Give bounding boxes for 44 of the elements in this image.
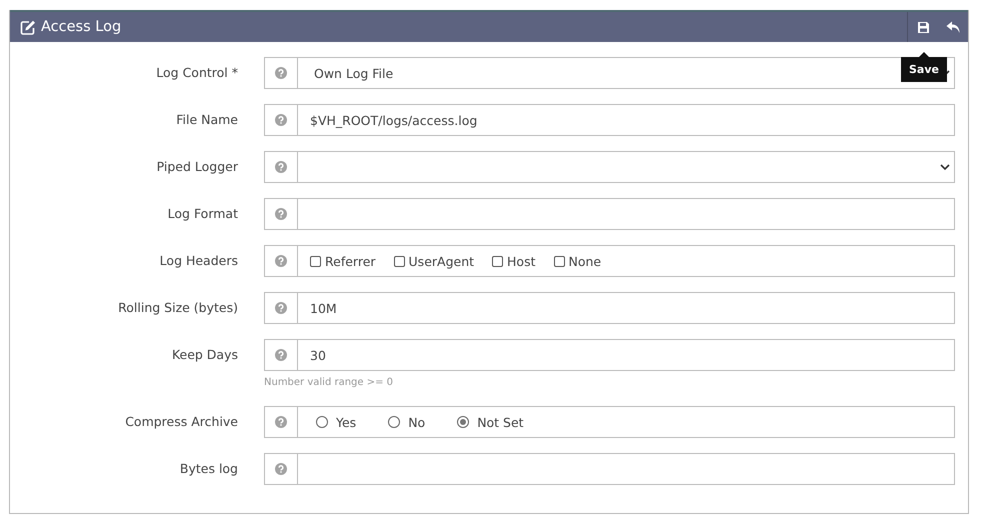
radio-button[interactable] bbox=[388, 416, 400, 428]
help-icon[interactable] bbox=[275, 302, 287, 314]
text-field[interactable] bbox=[298, 453, 955, 485]
checkbox[interactable] bbox=[310, 256, 321, 266]
text-field[interactable]: $VH_ROOT/logs/access.log bbox=[298, 104, 955, 136]
radio-button[interactable] bbox=[457, 416, 470, 428]
checkbox-label: None bbox=[568, 254, 602, 268]
tooltip: Save bbox=[901, 57, 947, 82]
field-label: Piped Logger bbox=[156, 158, 238, 176]
radio-label: Yes bbox=[336, 414, 356, 430]
checkbox-label: Referrer bbox=[325, 254, 376, 268]
text-field[interactable] bbox=[298, 198, 955, 230]
checkbox-label: UserAgent bbox=[408, 254, 474, 268]
checkbox-label: Host bbox=[507, 254, 536, 268]
help-icon[interactable] bbox=[275, 255, 287, 267]
edit-icon bbox=[20, 20, 36, 34]
text-field[interactable]: 10M bbox=[298, 292, 955, 324]
radio-button[interactable] bbox=[316, 416, 328, 428]
panel-title: Access Log bbox=[41, 19, 122, 35]
help-icon[interactable] bbox=[275, 416, 287, 428]
help-icon[interactable] bbox=[275, 161, 287, 173]
help-icon[interactable] bbox=[275, 463, 287, 475]
checkbox[interactable] bbox=[394, 256, 405, 266]
undo-icon[interactable] bbox=[946, 20, 960, 34]
field-label: Keep Days bbox=[170, 346, 238, 364]
radio-label: No bbox=[408, 414, 426, 430]
save-icon[interactable] bbox=[916, 20, 930, 34]
checkbox[interactable] bbox=[554, 256, 564, 266]
field-label: Log Format bbox=[166, 205, 238, 223]
field-label: Log Headers bbox=[158, 252, 238, 270]
hint-text: Number valid range >= 0 bbox=[264, 377, 394, 390]
field-label: File Name bbox=[175, 111, 238, 129]
field-label: Bytes log bbox=[178, 460, 238, 478]
help-icon[interactable] bbox=[275, 114, 287, 126]
field-label: Compress Archive bbox=[124, 413, 238, 431]
help-icon[interactable] bbox=[275, 67, 287, 79]
help-icon[interactable] bbox=[275, 208, 287, 220]
select-field[interactable] bbox=[298, 151, 955, 183]
radio-label: Not Set bbox=[477, 414, 524, 430]
help-icon[interactable] bbox=[275, 349, 287, 361]
field-label: Rolling Size (bytes) bbox=[117, 299, 238, 317]
text-field[interactable]: 30 bbox=[298, 339, 955, 371]
checkbox[interactable] bbox=[492, 256, 504, 266]
field-label: Log Control * bbox=[155, 64, 238, 82]
